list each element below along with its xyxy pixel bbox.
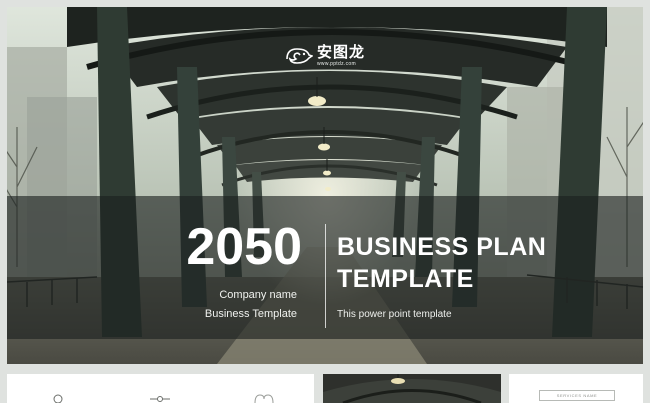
search-icon: [53, 394, 63, 403]
vertical-divider: [325, 224, 326, 328]
logo-url: www.pptdz.com: [317, 61, 356, 67]
services-name-label: SERVICES NAME: [539, 390, 615, 401]
chameleon-logo-icon: [286, 48, 313, 64]
pin-icon: [150, 396, 170, 402]
heart-icon: [254, 394, 274, 403]
slide-preview-page: 安图龙 www.pptdz.com 2050 Company name Busi…: [0, 0, 650, 403]
year-heading: 2050: [186, 218, 302, 276]
arcade-thumbnail-photo: [323, 374, 501, 403]
title-line-2: TEMPLATE: [337, 265, 474, 293]
business-template-label: Business Template: [204, 308, 297, 320]
brand-logo[interactable]: 安图龙 www.pptdz.com: [285, 45, 365, 67]
slide-thumbnail-1[interactable]: [7, 374, 314, 403]
slide-thumbnail-2[interactable]: [323, 374, 501, 403]
logo-name: 安图龙: [317, 43, 366, 61]
title-line-1: BUSINESS PLAN: [337, 233, 547, 261]
slide-thumbnail-3[interactable]: SERVICES NAME: [509, 374, 643, 403]
company-name: Company name: [219, 289, 297, 301]
hero-slide[interactable]: 安图龙 www.pptdz.com 2050 Company name Busi…: [7, 7, 643, 364]
subtitle: This power point template: [337, 309, 452, 320]
